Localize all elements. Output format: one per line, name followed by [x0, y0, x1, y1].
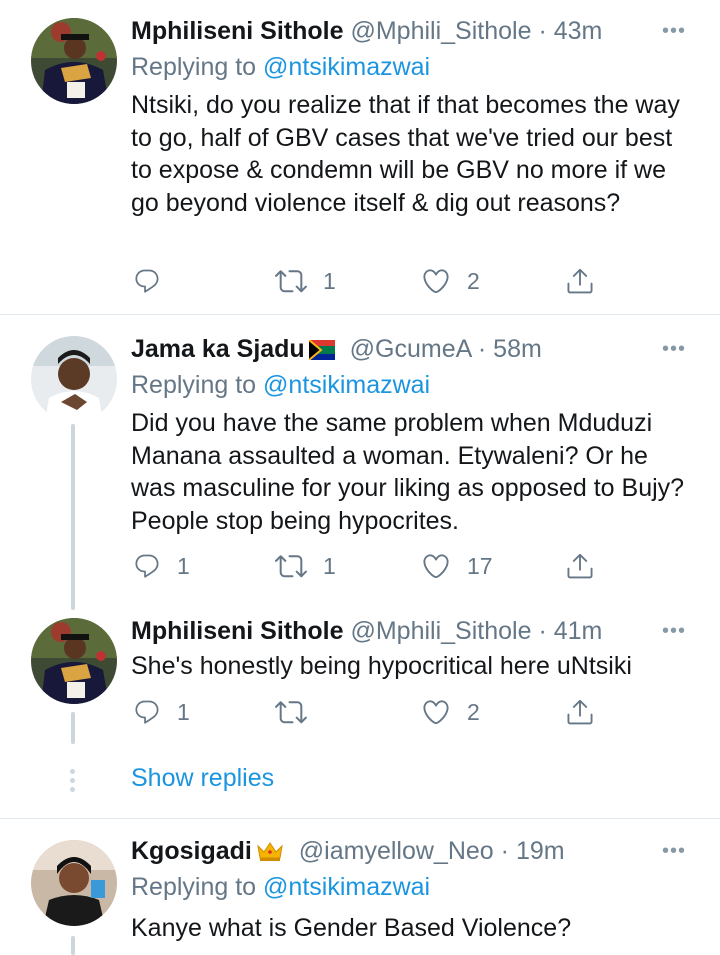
- separator-dot: ·: [477, 335, 487, 363]
- replying-to-label: Replying to: [131, 873, 257, 901]
- share-icon: [565, 266, 595, 296]
- tweet-header: Jama ka Sjadu @GcumeA · 58m: [131, 334, 542, 367]
- like-button[interactable]: 2: [421, 263, 480, 299]
- tweet-text: Did you have the same problem when Mdudu…: [131, 409, 685, 535]
- reply-button[interactable]: 1: [133, 694, 190, 730]
- reply-button[interactable]: [133, 263, 177, 299]
- tweet-header: Mphiliseni Sithole @Mphili_Sithole · 43m: [131, 16, 602, 46]
- reply-thread-feed: Mphiliseni Sithole @Mphili_Sithole · 43m…: [0, 0, 720, 955]
- like-button[interactable]: 17: [421, 548, 493, 584]
- divider: [0, 818, 720, 819]
- tweet-jama[interactable]: Jama ka Sjadu @GcumeA · 58m ••• Replying…: [0, 334, 720, 594]
- display-name[interactable]: Kgosigadi: [131, 837, 252, 865]
- share-button[interactable]: [565, 694, 595, 730]
- timestamp[interactable]: 58m: [493, 335, 542, 363]
- tweet-text: Kanye what is Gender Based Violence?: [131, 914, 572, 942]
- user-handle[interactable]: @Mphili_Sithole: [350, 17, 531, 45]
- reply-count: 1: [177, 698, 190, 725]
- mention-link[interactable]: @ntsikimazwai: [263, 873, 430, 901]
- display-name[interactable]: Jama ka Sjadu: [131, 335, 305, 363]
- retweet-count: 1: [323, 552, 336, 579]
- tweet-header: Kgosigadi @iamyellow_Neo · 19m: [131, 836, 565, 869]
- heart-icon: [421, 697, 451, 727]
- timestamp[interactable]: 43m: [554, 17, 603, 45]
- retweet-button[interactable]: 1: [275, 263, 336, 299]
- tweet-mphili-1[interactable]: Mphiliseni Sithole @Mphili_Sithole · 43m…: [0, 16, 720, 306]
- reply-button[interactable]: 1: [133, 548, 190, 584]
- user-handle[interactable]: @Mphili_Sithole: [350, 617, 531, 645]
- replying-to: Replying to @ntsikimazwai: [131, 872, 430, 902]
- display-name[interactable]: Mphiliseni Sithole: [131, 617, 344, 645]
- crown-icon: [256, 839, 284, 869]
- mention-link[interactable]: @ntsikimazwai: [263, 53, 430, 81]
- retweet-count: 1: [323, 267, 336, 294]
- tweet-actions: 1 1 17: [131, 548, 611, 584]
- tweet-mphili-2[interactable]: Mphiliseni Sithole @Mphili_Sithole · 41m…: [0, 616, 720, 746]
- tweet-text: She's honestly being hypocritical here u…: [131, 652, 632, 680]
- timestamp[interactable]: 19m: [516, 837, 565, 865]
- tweet-actions: 1 2: [131, 263, 611, 299]
- retweet-button[interactable]: 1: [275, 548, 336, 584]
- heart-icon: [421, 551, 451, 581]
- avatar-kgosigadi[interactable]: [31, 840, 117, 926]
- replying-to: Replying to @ntsikimazwai: [131, 52, 430, 82]
- replying-to-label: Replying to: [131, 53, 257, 81]
- show-replies-link[interactable]: Show replies: [131, 764, 274, 793]
- tweet-actions: 1 2: [131, 694, 611, 730]
- more-options-icon[interactable]: •••: [662, 841, 686, 861]
- retweet-button[interactable]: [275, 694, 323, 730]
- like-count: 17: [467, 552, 493, 579]
- replying-to-label: Replying to: [131, 371, 257, 399]
- retweet-icon: [275, 265, 307, 297]
- reply-icon: [133, 698, 161, 726]
- south-africa-flag-icon: [308, 337, 335, 367]
- tweet-kgosigadi[interactable]: Kgosigadi @iamyellow_Neo · 19m ••• Reply…: [0, 836, 720, 955]
- share-button[interactable]: [565, 263, 595, 299]
- share-icon: [565, 697, 595, 727]
- tweet-header: Mphiliseni Sithole @Mphili_Sithole · 41m: [131, 616, 602, 646]
- separator-dot: ·: [538, 17, 547, 45]
- like-button[interactable]: 2: [421, 694, 480, 730]
- more-options-icon[interactable]: •••: [662, 621, 686, 641]
- retweet-icon: [275, 550, 307, 582]
- like-count: 2: [467, 267, 480, 294]
- reply-count: 1: [177, 552, 190, 579]
- tweet-text: Ntsiki, do you realize that if that beco…: [131, 91, 680, 217]
- more-options-icon[interactable]: •••: [662, 339, 686, 359]
- avatar-jama[interactable]: [31, 336, 117, 422]
- share-button[interactable]: [565, 548, 595, 584]
- retweet-icon: [275, 696, 307, 728]
- divider: [0, 314, 720, 315]
- like-count: 2: [467, 698, 480, 725]
- share-icon: [565, 551, 595, 581]
- reply-icon: [133, 267, 161, 295]
- separator-dot: ·: [500, 837, 509, 865]
- avatar-mphiliseni[interactable]: [31, 18, 117, 104]
- reply-icon: [133, 552, 161, 580]
- separator-dot: ·: [538, 617, 547, 645]
- replying-to: Replying to @ntsikimazwai: [131, 370, 430, 400]
- timestamp[interactable]: 41m: [554, 617, 603, 645]
- avatar-mphiliseni[interactable]: [31, 618, 117, 704]
- display-name[interactable]: Mphiliseni Sithole: [131, 17, 344, 45]
- user-handle[interactable]: @GcumeA: [350, 335, 471, 363]
- user-handle[interactable]: @iamyellow_Neo: [299, 837, 494, 865]
- heart-icon: [421, 266, 451, 296]
- mention-link[interactable]: @ntsikimazwai: [263, 371, 430, 399]
- more-options-icon[interactable]: •••: [662, 21, 686, 41]
- more-replies-dots-icon: [69, 769, 77, 796]
